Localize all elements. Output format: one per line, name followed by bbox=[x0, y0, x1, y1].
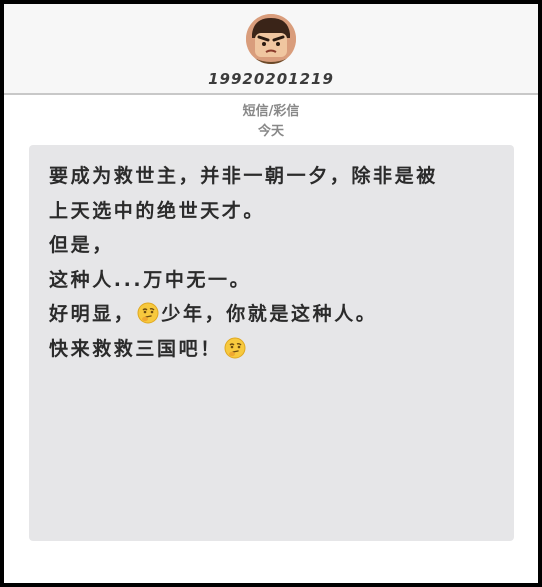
message-meta: 短信/彩信 今天 bbox=[4, 102, 538, 142]
sms-screen: 19920201219 短信/彩信 今天 要成为救世主，并非一朝一夕，除非是被上… bbox=[4, 4, 538, 583]
message-line: 这种人...万中无一。 bbox=[49, 268, 252, 291]
sender-number: 19920201219 bbox=[208, 70, 334, 88]
message-line: 要成为救世主，并非一朝一夕，除非是被 bbox=[49, 165, 438, 187]
message-text: 好明显， bbox=[49, 303, 136, 325]
thinking-face-icon bbox=[224, 337, 246, 358]
message-line: 快来救救三国吧！ bbox=[49, 332, 504, 367]
conversation-header: 19920201219 bbox=[4, 4, 538, 95]
message-body: 要成为救世主，并非一朝一夕，除非是被 上天选中的绝世天才。 但是， 这种人...万中无… bbox=[49, 159, 504, 366]
message-line: 但是， bbox=[49, 234, 114, 256]
message-type-label: 短信/彩信 bbox=[242, 104, 300, 119]
message-text: 快来救救三国吧！ bbox=[49, 337, 222, 360]
cartoon-warrior-avatar-icon bbox=[246, 14, 296, 64]
message-line: 好明显， 少年，你就是这种人。 bbox=[49, 297, 504, 332]
message-line: 上天选中的绝世天才。 bbox=[49, 199, 266, 222]
message-bubble[interactable]: 要成为救世主，并非一朝一夕，除非是被 上天选中的绝世天才。 但是， 这种人...万中无… bbox=[29, 145, 514, 541]
message-text: 少年，你就是这种人。 bbox=[161, 303, 378, 325]
thinking-face-icon bbox=[137, 302, 159, 324]
message-date-label: 今天 bbox=[257, 124, 284, 139]
contact-avatar[interactable] bbox=[246, 14, 296, 64]
